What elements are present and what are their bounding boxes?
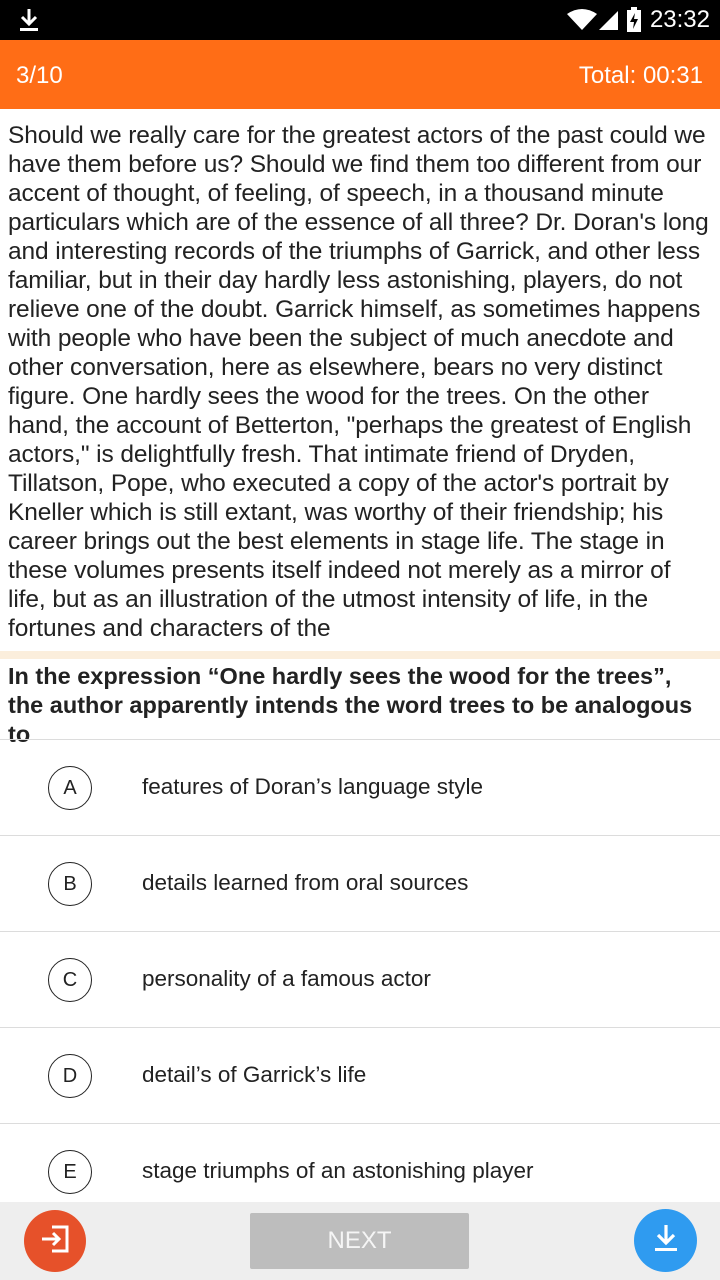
total-timer: Total: 00:31 bbox=[578, 62, 703, 89]
option-letter: C bbox=[48, 958, 92, 1002]
exit-button[interactable] bbox=[24, 1210, 86, 1272]
option-letter: D bbox=[48, 1054, 92, 1098]
bottom-bar: NEXT bbox=[0, 1202, 720, 1280]
answer-options: A features of Doran’s language style B d… bbox=[0, 739, 720, 1219]
passage-divider bbox=[0, 651, 720, 659]
option-b[interactable]: B details learned from oral sources bbox=[0, 835, 720, 931]
option-letter: A bbox=[48, 766, 92, 810]
question-progress: 3/10 bbox=[16, 62, 63, 89]
option-letter: E bbox=[48, 1150, 92, 1194]
exit-icon bbox=[38, 1222, 72, 1261]
question-text: In the expression “One hardly sees the w… bbox=[8, 663, 693, 747]
option-text: detail’s of Garrick’s life bbox=[142, 1062, 367, 1087]
next-button[interactable]: NEXT bbox=[250, 1213, 469, 1269]
status-icons: 23:32 bbox=[566, 0, 710, 40]
status-time: 23:32 bbox=[649, 6, 710, 33]
reading-passage[interactable]: Should we really care for the greatest a… bbox=[0, 109, 720, 642]
option-text: details learned from oral sources bbox=[142, 870, 469, 895]
option-text: stage triumphs of an astonishing player bbox=[142, 1158, 534, 1183]
battery-charging-icon bbox=[626, 7, 642, 33]
download-notification-icon bbox=[18, 7, 40, 33]
signal-icon bbox=[598, 8, 620, 32]
download-icon bbox=[652, 1222, 680, 1259]
quiz-header: 3/10 Total: 00:31 bbox=[0, 40, 720, 109]
option-letter: B bbox=[48, 862, 92, 906]
option-text: features of Doran’s language style bbox=[142, 774, 484, 799]
option-d[interactable]: D detail’s of Garrick’s life bbox=[0, 1027, 720, 1123]
download-button[interactable] bbox=[634, 1209, 697, 1272]
passage-text: Should we really care for the greatest a… bbox=[8, 122, 709, 642]
option-text: personality of a famous actor bbox=[142, 966, 431, 991]
option-a[interactable]: A features of Doran’s language style bbox=[0, 739, 720, 835]
wifi-icon bbox=[566, 8, 598, 32]
option-c[interactable]: C personality of a famous actor bbox=[0, 931, 720, 1027]
status-bar: 23:32 bbox=[0, 0, 720, 40]
